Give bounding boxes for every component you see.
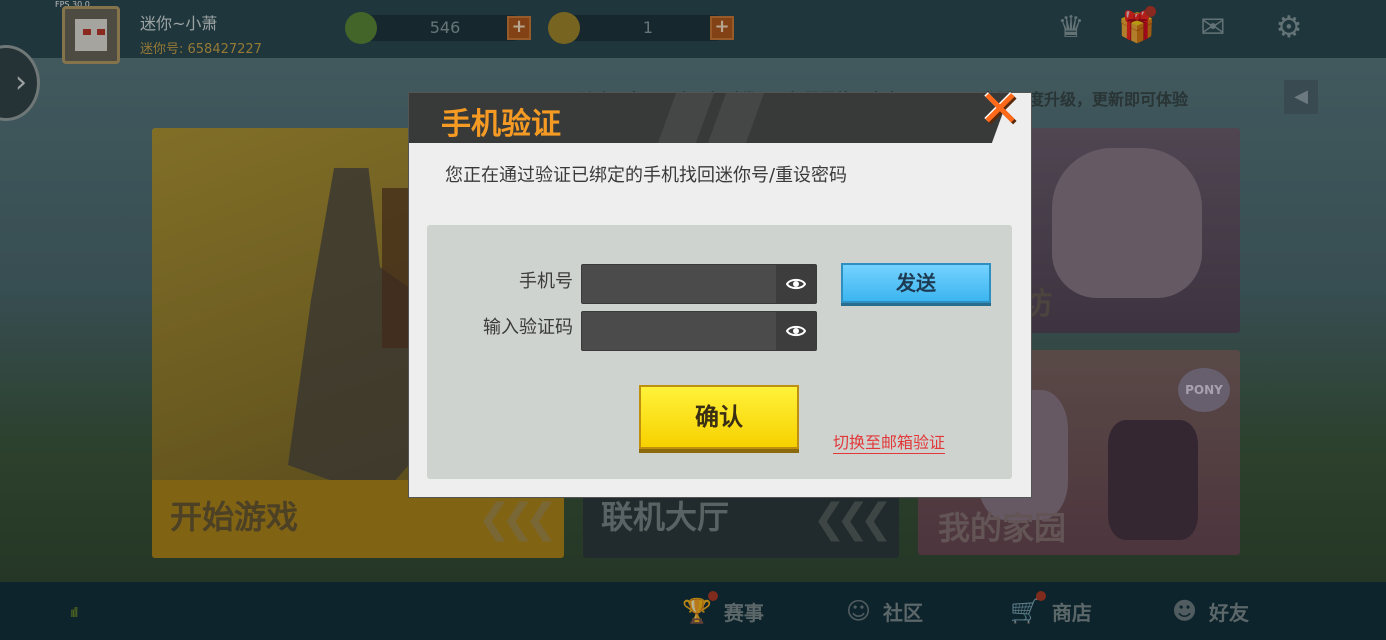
dialog-description: 您正在通过验证已绑定的手机找回迷你号/重设密码: [445, 165, 848, 186]
phone-label: 手机号: [519, 271, 573, 292]
phone-input[interactable]: [582, 265, 776, 303]
eye-icon: [786, 278, 806, 290]
header-stripe: [707, 93, 765, 143]
eye-icon: [786, 325, 806, 337]
toggle-visibility-button[interactable]: [776, 265, 816, 303]
send-code-button[interactable]: 发送: [841, 263, 991, 303]
toggle-visibility-button[interactable]: [776, 312, 816, 350]
form-panel: 手机号 发送 输入验证码 确认 切换至邮箱验证: [427, 225, 1012, 479]
close-button[interactable]: ✕: [978, 84, 1022, 134]
phone-verification-dialog: 手机验证 ✕ 您正在通过验证已绑定的手机找回迷你号/重设密码 手机号 发送 输入…: [409, 84, 1031, 497]
dialog-title: 手机验证: [441, 107, 561, 142]
header-stripe: [657, 93, 715, 143]
switch-to-email-link[interactable]: 切换至邮箱验证: [833, 429, 946, 454]
code-field-box: [581, 311, 817, 351]
phone-field-box: [581, 264, 817, 304]
confirm-button[interactable]: 确认: [639, 385, 799, 449]
dialog-header: 手机验证: [409, 93, 1031, 143]
code-label: 输入验证码: [483, 317, 573, 338]
verification-code-input[interactable]: [582, 312, 776, 350]
